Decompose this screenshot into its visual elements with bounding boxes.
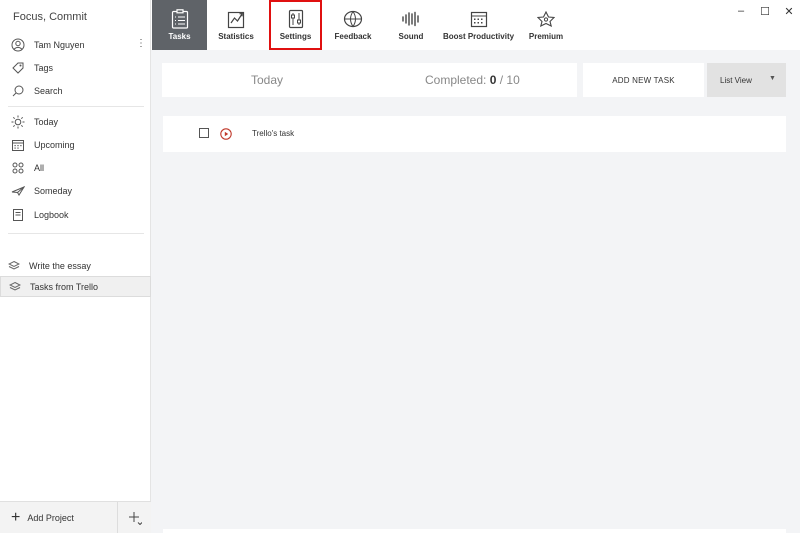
statistics-chart-icon [227,9,245,29]
task-name: Trello's task [252,129,295,138]
sidebar-item-someday[interactable]: Someday [0,180,151,202]
tab-boost-productivity[interactable]: Boost Productivity [442,0,515,50]
boost-calendar-icon [470,9,488,29]
tab-label: Settings [279,32,312,41]
tab-premium[interactable]: Premium [524,0,568,50]
sidebar-item-upcoming[interactable]: Upcoming [0,134,151,156]
sidebar-item-label: Today [34,117,59,127]
add-project-label: Add Project [27,513,74,523]
top-toolbar: Tasks Statistics Settings Feedback Sound… [151,0,800,50]
premium-crown-icon [537,9,555,29]
tag-icon [10,60,26,76]
calendar-icon [10,137,26,153]
settings-sliders-icon [288,9,304,29]
sidebar-item-tags[interactable]: Tags [0,57,151,79]
plane-icon [10,183,26,199]
plus-icon: + [11,509,21,526]
project-tasks-from-trello[interactable]: Tasks from Trello [0,276,151,297]
logbook-icon [10,207,26,223]
divider [8,106,144,107]
project-label: Tasks from Trello [30,281,99,292]
sidebar-item-label: Search [34,86,63,96]
sidebar-item-label: All [34,163,45,173]
plus-dropdown-icon [128,512,142,525]
layers-icon [8,280,22,294]
completed-total: 10 [506,73,520,87]
close-button[interactable]: ✕ [782,5,796,18]
bottom-panel-edge [163,529,786,533]
divider [8,233,144,234]
all-icon [10,160,26,176]
tab-tasks[interactable]: Tasks [152,0,207,50]
completed-summary: Completed: 0 / 10 [425,73,520,87]
sidebar-item-label: Logbook [34,210,69,220]
completed-separator: / [496,73,507,87]
app-title: Focus, Commit [13,11,87,23]
view-mode-select[interactable]: List View ▼ [707,63,786,97]
view-mode-value: List View [720,76,752,85]
more-options-icon[interactable]: ⋮ [136,39,146,49]
sun-icon [10,114,26,130]
layers-icon [7,259,21,273]
maximize-button[interactable]: ☐ [758,5,772,18]
add-new-task-button[interactable]: ADD NEW TASK [583,63,704,97]
tab-statistics[interactable]: Statistics [212,0,260,50]
user-profile[interactable]: Tam Nguyen ⋮ [0,34,151,56]
today-label: Today [251,73,284,87]
minimize-button[interactable]: – [734,5,748,17]
sidebar-item-search[interactable]: Search [0,80,151,102]
sidebar: Focus, Commit Tam Nguyen ⋮ Tags Search T… [0,0,151,533]
tasks-clipboard-icon [171,9,189,29]
tab-label: Feedback [334,32,372,41]
tab-label: Sound [398,32,424,41]
sidebar-item-all[interactable]: All [0,157,151,179]
sidebar-item-label: Someday [34,186,73,196]
project-write-the-essay[interactable]: Write the essay [0,255,151,276]
sidebar-item-label: Tags [34,63,54,73]
tab-feedback[interactable]: Feedback [330,0,376,50]
task-checkbox[interactable] [199,128,209,138]
tab-label: Premium [528,32,564,41]
tab-label: Statistics [218,32,254,41]
add-more-button[interactable] [117,502,151,533]
user-icon [10,37,26,53]
tab-label: Boost Productivity [442,32,515,41]
add-project-button[interactable]: + Add Project [0,502,117,533]
task-summary-bar: Today Completed: 0 / 10 [162,63,577,97]
sidebar-footer: + Add Project [0,501,151,533]
search-icon [10,83,26,99]
tab-label: Tasks [168,32,191,41]
play-icon[interactable] [220,127,232,140]
sound-wave-icon [401,9,421,29]
completed-label: Completed: [425,73,490,87]
tab-settings[interactable]: Settings [269,0,322,50]
tab-sound[interactable]: Sound [391,0,431,50]
task-row[interactable]: Trello's task [163,116,786,152]
sidebar-item-logbook[interactable]: Logbook [0,204,151,226]
feedback-globe-icon [343,9,363,29]
sidebar-item-today[interactable]: Today [0,111,151,133]
user-name: Tam Nguyen [34,40,85,50]
sidebar-item-label: Upcoming [34,140,75,150]
chevron-down-icon: ▼ [769,75,776,82]
project-label: Write the essay [29,260,91,271]
